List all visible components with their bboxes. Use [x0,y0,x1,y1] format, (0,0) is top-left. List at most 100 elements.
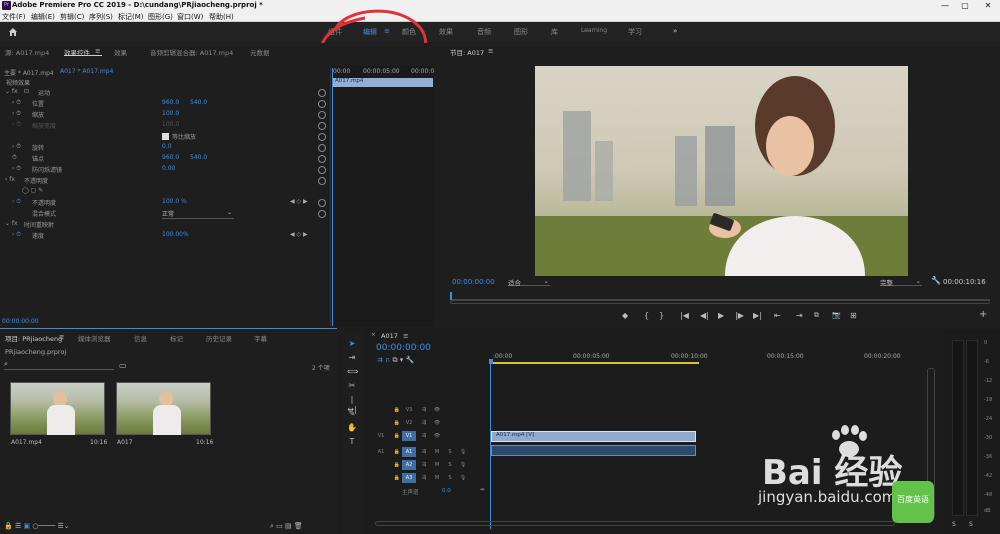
audio-clip[interactable] [491,445,696,456]
source-patch[interactable]: V1 [376,431,386,441]
project-menu-icon[interactable]: ≡ [59,333,64,341]
icon-view-icon[interactable]: ▣ [23,522,30,530]
position-y-value[interactable]: 540.0 [190,99,207,106]
program-zoom-bar[interactable] [450,300,990,304]
lock-icon[interactable]: 🔒 [4,522,13,530]
reset-icon[interactable] [318,89,326,97]
reset-icon[interactable] [318,144,326,152]
menu-clip[interactable]: 剪辑(C) [60,12,84,22]
mark-out-icon[interactable]: } [659,311,664,320]
lock-icon[interactable]: 🔒 [392,460,402,470]
timeline-tab[interactable]: A017 [381,332,398,340]
program-menu-icon[interactable]: ≡ [488,47,493,55]
add-button-icon[interactable]: + [979,309,987,320]
sequence-name[interactable]: A017 [117,439,133,446]
sync-icon[interactable]: ⇶ [419,460,429,470]
project-search-input[interactable]: ⌕ [4,360,114,370]
mic-icon[interactable]: 🎙 [458,447,468,457]
workspace-effects[interactable]: 效果 [439,27,453,37]
track-label[interactable]: V3 [404,405,414,415]
zoom-slider[interactable]: ○──── [32,522,55,530]
workspace-learning[interactable]: Learning [581,27,607,34]
timeline-timecode[interactable]: 00:00:00:00 [376,343,431,353]
lock-icon[interactable]: 🔒 [392,418,402,428]
tab-captions[interactable]: 字幕 [254,333,267,343]
sync-icon[interactable]: ⇶ [419,405,429,415]
menu-window[interactable]: 窗口(W) [177,12,203,22]
hand-tool-icon[interactable]: ✋ [347,423,357,433]
master-volume[interactable]: 0.0 [442,488,451,494]
find-icon[interactable]: ⌕ [270,522,274,530]
video-clip[interactable]: A017.mp4 [V] [491,431,696,442]
speed-value[interactable]: 100.00% [162,231,189,238]
go-to-in-icon[interactable]: |◀ [680,311,689,320]
extract-icon[interactable]: ⇥ [796,311,803,320]
razor-tool-icon[interactable]: ✂ [347,381,357,391]
reset-icon[interactable] [318,199,326,207]
tab-history[interactable]: 历史记录 [206,333,232,343]
wrench-icon[interactable]: 🔧 [931,276,941,285]
rotation-value[interactable]: 0.0 [162,143,172,150]
effect-timecode[interactable]: 00:00:00:00 [2,318,39,325]
mask-ellipse-icon[interactable]: ◯ ▢ ✎ [22,187,43,194]
clip-name[interactable]: A017.mp4 [11,439,42,446]
nest-icon[interactable]: ⇉ [377,356,383,364]
tab-effects[interactable]: 效果 [114,47,127,57]
track-label[interactable]: A1 [402,447,416,457]
position-x-value[interactable]: 960.0 [162,99,179,106]
workspace-libraries[interactable]: 库 [551,27,558,37]
timeline-settings-icon[interactable]: 🔧 [405,356,414,364]
reset-icon[interactable] [318,122,326,130]
trash-icon[interactable]: 🗑 [294,522,303,530]
mic-icon[interactable]: 🎙 [458,460,468,470]
tab-info[interactable]: 信息 [134,333,147,343]
slip-tool-icon[interactable]: |↔| [347,395,357,414]
tab-audio-clip-mixer[interactable]: 音频剪辑混合器: A017.mp4 [150,47,233,57]
tab-media-browser[interactable]: 媒体浏览器 [78,333,111,343]
project-thumb-clip[interactable] [10,382,105,435]
anchor-y-value[interactable]: 540.0 [190,154,207,161]
sync-icon[interactable]: ⇶ [419,418,429,428]
track-label[interactable]: A3 [402,473,416,483]
reset-icon[interactable] [318,166,326,174]
reset-icon[interactable] [318,210,326,218]
sync-icon[interactable]: ⇶ [419,473,429,483]
eye-icon[interactable]: 👁 [432,418,442,428]
blend-mode-dropdown[interactable]: 正常 ⌄ [162,209,234,219]
reset-icon[interactable] [318,111,326,119]
quality-dropdown[interactable]: 完整 ⌄ [880,277,922,287]
new-bin-footer-icon[interactable]: ▭ [276,522,283,530]
lock-icon[interactable]: 🔒 [392,431,402,441]
solo-button[interactable]: S [445,447,455,457]
selection-tool-icon[interactable]: ➤ [347,339,357,349]
list-view-icon[interactable]: ☰ [15,522,21,530]
lock-icon[interactable]: 🔒 [392,405,402,415]
menu-graphics[interactable]: 图形(G) [148,12,173,22]
sequence-clip-dropdown[interactable]: A017 * A017.mp4 [60,68,113,75]
linked-selection-icon[interactable]: ⧉ [392,356,397,364]
lock-icon[interactable]: 🔒 [392,473,402,483]
camera-icon[interactable]: 📷 [832,311,841,319]
playhead[interactable] [332,68,333,326]
new-item-icon[interactable]: ▤ [285,522,292,530]
add-marker-icon[interactable]: ▾ [400,356,404,364]
menu-file[interactable]: 文件(F) [2,12,26,22]
mark-in-icon[interactable]: { [644,311,649,320]
tab-source[interactable]: 源: A017.mp4 [5,47,49,57]
mute-button[interactable]: M [432,447,442,457]
workspace-learn-cn[interactable]: 学习 [628,27,642,37]
minimize-button[interactable]: — [935,0,955,11]
home-icon[interactable] [8,27,18,37]
step-forward-icon[interactable]: |▶ [735,311,744,320]
export-frame-icon[interactable]: ⧉ [814,311,819,320]
track-label[interactable]: A2 [402,460,416,470]
keyframe-navigator[interactable]: ◀ ◇ ▶ [290,198,308,205]
menu-help[interactable]: 帮助(H) [209,12,234,22]
add-marker-icon[interactable]: ◆ [622,311,628,320]
more-workspaces-icon[interactable]: » [673,27,677,35]
tab-menu-icon[interactable]: ≡ [95,47,100,55]
eye-icon[interactable]: 👁 [432,405,442,415]
disclosure-triangle-icon[interactable]: ⌄ fx [5,88,18,95]
work-area-bar[interactable] [491,362,699,364]
step-back-icon[interactable]: ◀| [700,311,709,320]
